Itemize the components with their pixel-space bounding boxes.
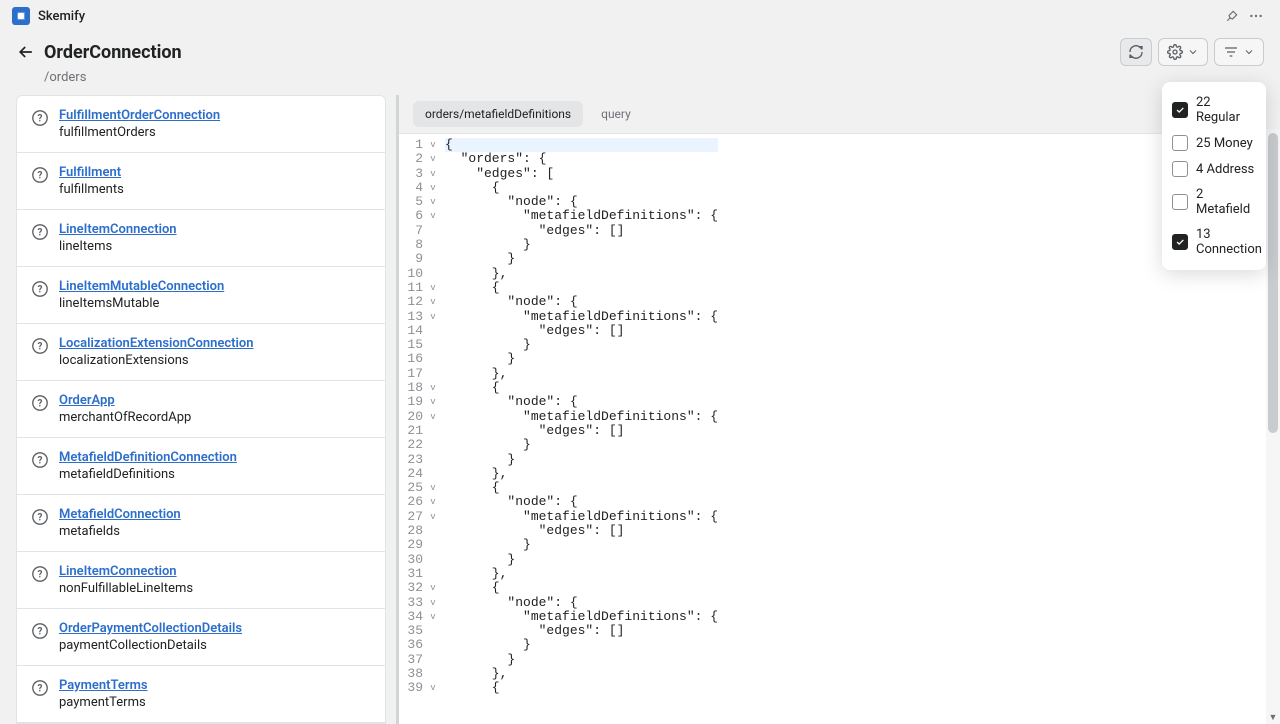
field-label: metafieldDefinitions (59, 467, 237, 482)
pin-icon[interactable] (1220, 4, 1244, 28)
sidebar-item[interactable]: ? FulfillmentOrderConnection fulfillmentOr… (17, 96, 385, 153)
help-icon: ? (31, 508, 49, 526)
sidebar-item[interactable]: ? LineItemMutableConnection lineItemsMutab… (17, 267, 385, 324)
help-icon: ? (31, 109, 49, 127)
type-link[interactable]: LineItemConnection (59, 564, 193, 579)
sidebar-item[interactable]: ? PaymentTerms paymentTerms (17, 666, 385, 723)
filter-option[interactable]: 13 Connection (1172, 222, 1256, 262)
checkbox[interactable] (1172, 234, 1188, 250)
type-link[interactable]: MetafieldDefinitionConnection (59, 450, 237, 465)
main-panel: orders/metafieldDefinitionsquery 1234567… (396, 95, 1280, 724)
settings-button[interactable] (1158, 38, 1208, 66)
type-link[interactable]: LineItemConnection (59, 222, 177, 237)
refresh-button[interactable] (1120, 38, 1152, 66)
sidebar-item[interactable]: ? LineItemConnection nonFulfillableLineIte… (17, 552, 385, 609)
field-label: fulfillmentOrders (59, 125, 220, 140)
type-link[interactable]: LocalizationExtensionConnection (59, 336, 254, 351)
svg-text:?: ? (38, 513, 43, 524)
svg-text:?: ? (38, 684, 43, 695)
help-icon: ? (31, 394, 49, 412)
checkbox[interactable] (1172, 102, 1188, 118)
filter-option[interactable]: 22 Regular (1172, 90, 1256, 130)
svg-text:?: ? (38, 114, 43, 125)
checkbox[interactable] (1172, 135, 1188, 151)
top-bar: Skemify (0, 0, 1280, 32)
page-header: OrderConnection /orders (0, 32, 1280, 95)
svg-text:?: ? (38, 627, 43, 638)
field-label: paymentTerms (59, 695, 148, 710)
filter-option[interactable]: 25 Money (1172, 130, 1256, 156)
type-link[interactable]: MetafieldConnection (59, 507, 181, 522)
sidebar-item[interactable]: ? OrderPaymentCollectionDetails paymentCol… (17, 609, 385, 666)
app-logo (12, 7, 30, 25)
filter-label: 25 Money (1196, 136, 1253, 151)
field-label: paymentCollectionDetails (59, 638, 242, 653)
more-icon[interactable] (1244, 4, 1268, 28)
code-view: 1234567891011121314151617181920212223242… (399, 133, 1280, 724)
filter-button[interactable] (1214, 38, 1264, 66)
help-icon: ? (31, 337, 49, 355)
sidebar-item[interactable]: ? Fulfillment fulfillments (17, 153, 385, 210)
svg-text:?: ? (38, 456, 43, 467)
field-label: fulfillments (59, 182, 124, 197)
scroll-down-icon[interactable]: ▼ (1266, 710, 1280, 724)
help-icon: ? (31, 451, 49, 469)
field-label: localizationExtensions (59, 353, 254, 368)
help-icon: ? (31, 223, 49, 241)
sidebar-item[interactable]: ? MetafieldDefinitionConnection metafieldD… (17, 438, 385, 495)
type-link[interactable]: OrderPaymentCollectionDetails (59, 621, 242, 636)
field-label: lineItems (59, 239, 177, 254)
back-icon[interactable] (16, 42, 36, 62)
field-label: nonFulfillableLineItems (59, 581, 193, 596)
help-icon: ? (31, 565, 49, 583)
svg-text:?: ? (38, 228, 43, 239)
scroll-thumb[interactable] (1268, 133, 1278, 433)
header-actions (1120, 38, 1264, 66)
sidebar-item[interactable]: ? LineItemConnection lineItems (17, 210, 385, 267)
tab[interactable]: query (589, 101, 643, 127)
tab[interactable]: orders/metafieldDefinitions (413, 101, 583, 127)
scrollbar[interactable]: ▼ (1266, 129, 1280, 724)
filter-label: 13 Connection (1196, 227, 1262, 257)
svg-text:?: ? (38, 171, 43, 182)
tab-row: orders/metafieldDefinitionsquery (399, 95, 1280, 133)
filter-label: 4 Address (1196, 162, 1254, 177)
field-label: merchantOfRecordApp (59, 410, 191, 425)
help-icon: ? (31, 679, 49, 697)
type-link[interactable]: Fulfillment (59, 165, 124, 180)
svg-text:?: ? (38, 285, 43, 296)
field-label: lineItemsMutable (59, 296, 224, 311)
filter-label: 2 Metafield (1196, 187, 1256, 217)
type-link[interactable]: OrderApp (59, 393, 191, 408)
page-title: OrderConnection (44, 42, 182, 63)
help-icon: ? (31, 166, 49, 184)
filter-option[interactable]: 2 Metafield (1172, 182, 1256, 222)
type-link[interactable]: FulfillmentOrderConnection (59, 108, 220, 123)
svg-text:?: ? (38, 342, 43, 353)
field-label: metafields (59, 524, 181, 539)
filter-label: 22 Regular (1196, 95, 1256, 125)
checkbox[interactable] (1172, 161, 1188, 177)
filter-dropdown: 22 Regular 25 Money 4 Address 2 Metafield 13… (1162, 82, 1266, 270)
checkbox[interactable] (1172, 194, 1188, 210)
sidebar-item[interactable]: ? LocalizationExtensionConnection localiza… (17, 324, 385, 381)
type-link[interactable]: PaymentTerms (59, 678, 148, 693)
sidebar: ? FulfillmentOrderConnection fulfillmentOr… (16, 95, 386, 724)
app-title: Skemify (38, 9, 85, 24)
svg-text:?: ? (38, 399, 43, 410)
filter-option[interactable]: 4 Address (1172, 156, 1256, 182)
sidebar-item[interactable]: ? MetafieldConnection metafields (17, 495, 385, 552)
type-link[interactable]: LineItemMutableConnection (59, 279, 224, 294)
page-path: /orders (44, 70, 1264, 85)
help-icon: ? (31, 280, 49, 298)
help-icon: ? (31, 622, 49, 640)
sidebar-item[interactable]: ? OrderApp merchantOfRecordApp (17, 381, 385, 438)
svg-text:?: ? (38, 570, 43, 581)
